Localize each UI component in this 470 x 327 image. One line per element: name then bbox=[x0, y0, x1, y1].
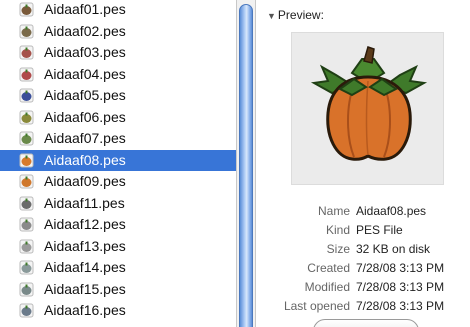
file-name-label: Aidaaf08.pes bbox=[44, 151, 126, 168]
file-row[interactable]: Aidaaf06.pes bbox=[0, 107, 236, 128]
info-row: Kind PES File bbox=[256, 223, 470, 239]
file-row[interactable]: Aidaaf08.pes bbox=[0, 149, 236, 171]
file-row[interactable]: Aidaaf01.pes bbox=[0, 0, 236, 20]
preview-pane: ▼ Preview: Name Aidaaf08.pes Kind PES File Si… bbox=[256, 0, 470, 327]
info-value: PES File bbox=[356, 223, 403, 237]
file-name-label: Aidaaf14.pes bbox=[44, 259, 126, 275]
pes-thumbnail-icon bbox=[19, 282, 34, 297]
pes-thumbnail-icon bbox=[19, 303, 34, 318]
pes-thumbnail-icon bbox=[19, 217, 34, 232]
info-key: Last opened bbox=[283, 299, 350, 313]
scroll-thumb[interactable] bbox=[239, 4, 253, 327]
preview-image bbox=[291, 32, 444, 185]
file-row[interactable]: Aidaaf05.pes bbox=[0, 85, 236, 106]
file-name-label: Aidaaf12.pes bbox=[44, 216, 126, 232]
info-key: Size bbox=[326, 242, 350, 256]
pes-thumbnail-icon bbox=[19, 24, 34, 39]
file-name-label: Aidaaf16.pes bbox=[44, 302, 126, 318]
info-value: Aidaaf08.pes bbox=[356, 204, 427, 218]
file-name-label: Aidaaf15.pes bbox=[44, 280, 126, 297]
file-row[interactable]: Aidaaf11.pes bbox=[0, 193, 236, 214]
info-row: Last opened 7/28/08 3:13 PM bbox=[256, 299, 470, 315]
info-key: Created bbox=[307, 261, 350, 275]
more-info-button[interactable] bbox=[313, 319, 419, 327]
disclosure-triangle-icon[interactable]: ▼ bbox=[267, 11, 276, 21]
file-row[interactable]: Aidaaf12.pes bbox=[0, 214, 236, 235]
file-name-label: Aidaaf01.pes bbox=[44, 1, 126, 17]
file-row[interactable]: Aidaaf15.pes bbox=[0, 279, 236, 300]
info-value: 7/28/08 3:13 PM bbox=[356, 280, 445, 294]
info-key: Name bbox=[317, 204, 350, 218]
pes-thumbnail-icon bbox=[19, 45, 34, 60]
info-value: 32 KB on disk bbox=[356, 242, 431, 256]
file-row[interactable]: Aidaaf16.pes bbox=[0, 300, 236, 321]
file-name-label: Aidaaf13.pes bbox=[44, 237, 126, 254]
preview-header-label: Preview: bbox=[277, 8, 324, 22]
file-row[interactable]: Aidaaf13.pes bbox=[0, 236, 236, 257]
info-row: Created 7/28/08 3:13 PM bbox=[256, 261, 470, 277]
file-name-label: Aidaaf03.pes bbox=[44, 44, 126, 60]
pes-thumbnail-icon bbox=[19, 2, 34, 17]
scrollbar[interactable] bbox=[236, 0, 256, 327]
info-row: Size 32 KB on disk bbox=[256, 242, 470, 258]
file-name-label: Aidaaf02.pes bbox=[44, 22, 126, 39]
pes-thumbnail-icon bbox=[19, 131, 34, 146]
pumpkin-embroidery-icon bbox=[310, 46, 428, 161]
file-list[interactable]: Aidaaf01.pes Aidaaf02.pes Aidaaf03.pes Aida… bbox=[0, 0, 236, 327]
file-row[interactable]: Aidaaf14.pes bbox=[0, 257, 236, 278]
pes-thumbnail-icon bbox=[19, 260, 34, 275]
file-name-label: Aidaaf06.pes bbox=[44, 108, 126, 125]
file-name-label: Aidaaf04.pes bbox=[44, 65, 126, 82]
pes-thumbnail-icon bbox=[19, 174, 34, 189]
file-row[interactable]: Aidaaf03.pes bbox=[0, 42, 236, 63]
info-key: Modified bbox=[304, 280, 350, 294]
info-key: Kind bbox=[325, 223, 350, 237]
file-name-label: Aidaaf11.pes bbox=[44, 194, 125, 211]
pes-thumbnail-icon bbox=[19, 88, 34, 103]
pes-thumbnail-icon bbox=[19, 196, 34, 211]
pes-thumbnail-icon bbox=[19, 239, 34, 254]
file-row[interactable]: Aidaaf02.pes bbox=[0, 21, 236, 42]
pes-thumbnail-icon bbox=[19, 153, 34, 168]
info-row: Modified 7/28/08 3:13 PM bbox=[256, 280, 470, 296]
file-row[interactable]: Aidaaf09.pes bbox=[0, 171, 236, 192]
file-name-label: Aidaaf07.pes bbox=[44, 130, 126, 146]
info-value: 7/28/08 3:13 PM bbox=[356, 261, 445, 275]
pes-thumbnail-icon bbox=[19, 110, 34, 125]
preview-disclosure[interactable]: ▼ Preview: bbox=[267, 8, 324, 22]
info-value: 7/28/08 3:13 PM bbox=[356, 299, 445, 313]
file-name-label: Aidaaf05.pes bbox=[44, 87, 126, 103]
pes-thumbnail-icon bbox=[19, 67, 34, 82]
file-name-label: Aidaaf09.pes bbox=[44, 173, 126, 189]
file-row[interactable]: Aidaaf07.pes bbox=[0, 128, 236, 149]
file-row[interactable]: Aidaaf04.pes bbox=[0, 64, 236, 85]
info-row: Name Aidaaf08.pes bbox=[256, 204, 470, 220]
